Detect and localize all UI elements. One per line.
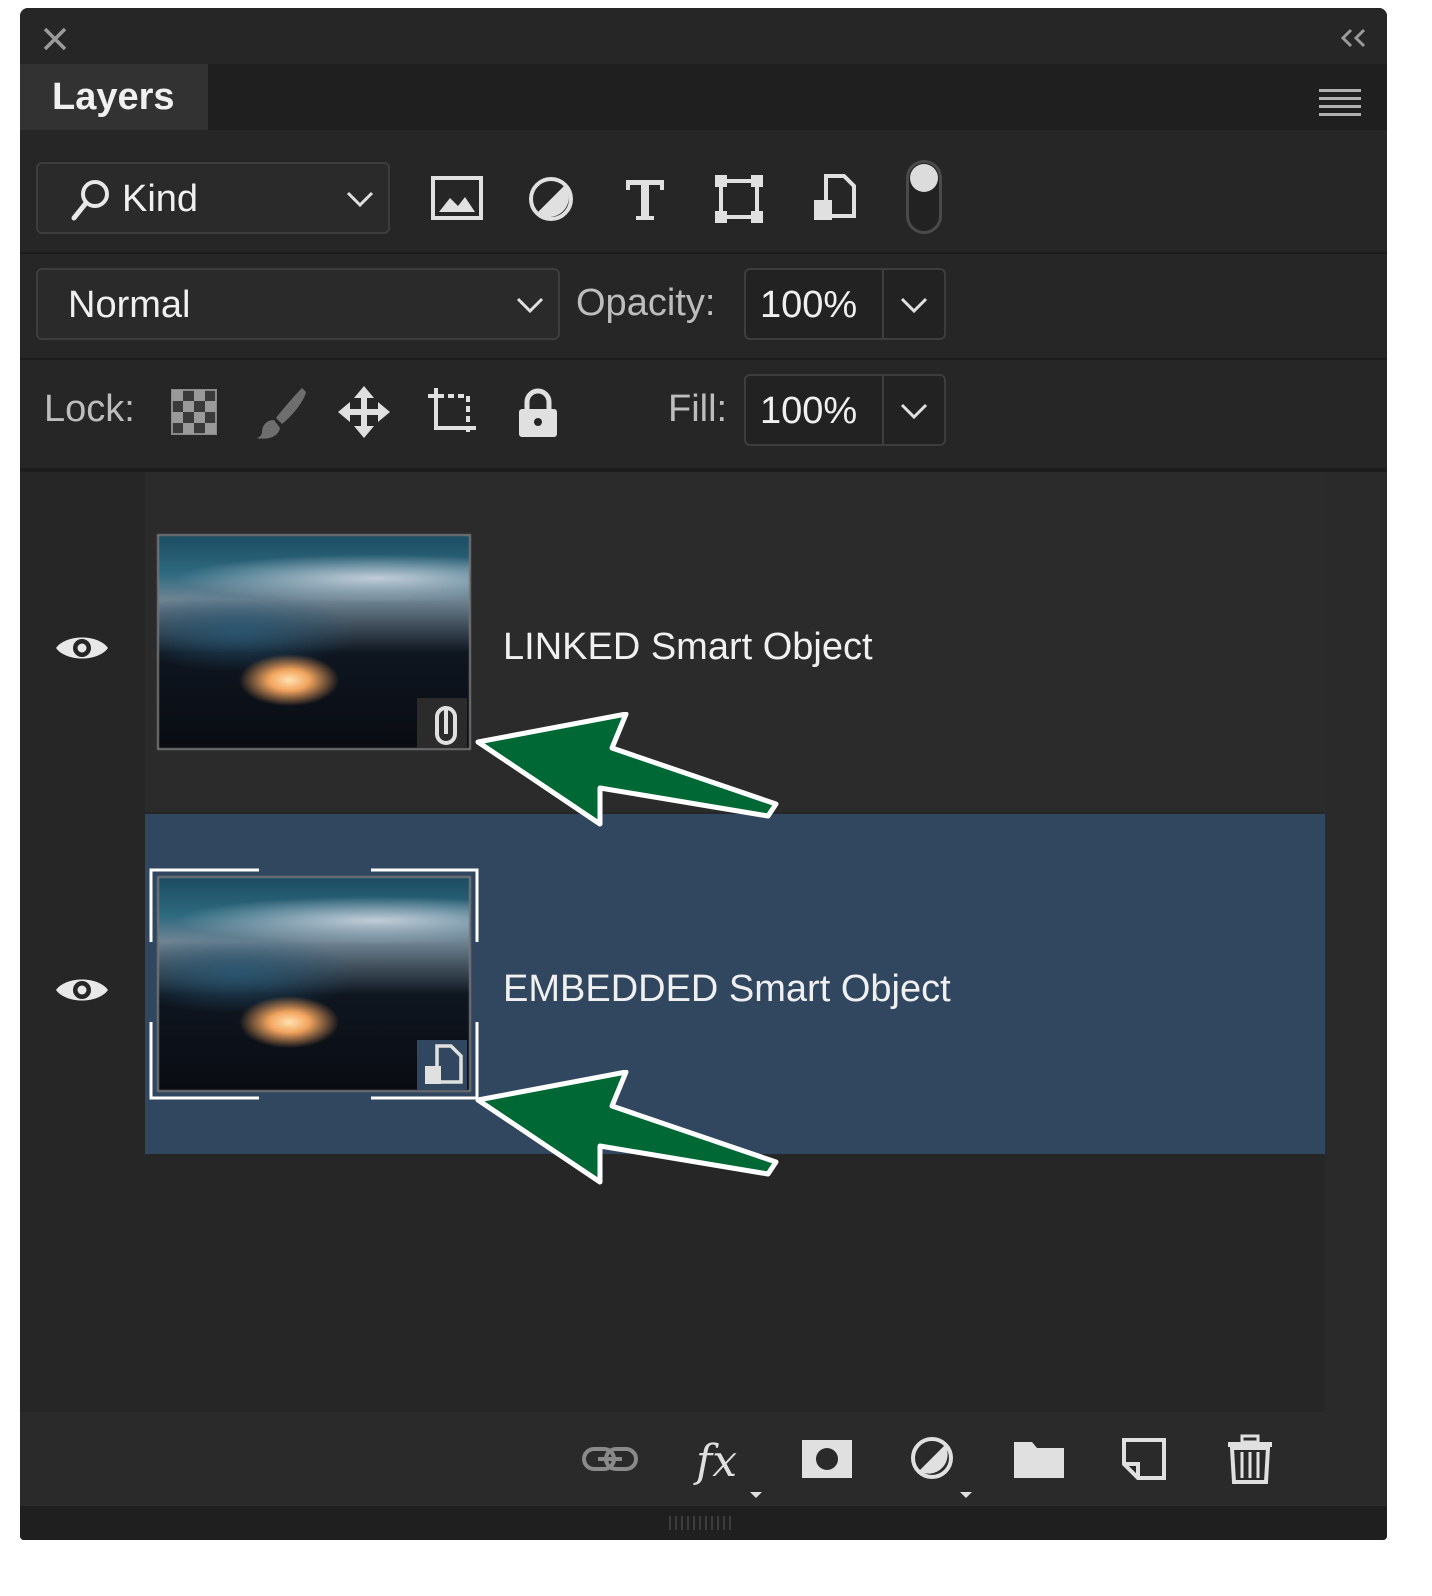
type-filter-icon[interactable] bbox=[616, 170, 674, 228]
image-filter-icon[interactable] bbox=[428, 170, 486, 228]
lock-artboard-icon[interactable] bbox=[424, 384, 480, 440]
panel-tabbar: Layers bbox=[20, 64, 1387, 130]
new-layer-icon[interactable] bbox=[1116, 1434, 1176, 1484]
fill-label: Fill: bbox=[668, 388, 728, 430]
panel-titlebar bbox=[20, 8, 1387, 64]
layer-effects-fx-icon[interactable]: fx bbox=[692, 1434, 768, 1498]
kind-filter-dropdown[interactable]: Kind bbox=[36, 162, 390, 234]
lock-pixels-brush-icon[interactable] bbox=[252, 384, 308, 440]
layers-panel: Layers Kind Normal Opacity: 100% Lock: F… bbox=[20, 8, 1387, 1540]
filter-toggle[interactable] bbox=[906, 160, 942, 234]
lock-all-icon[interactable] bbox=[510, 384, 566, 440]
linked-smart-object-icon bbox=[435, 705, 457, 745]
blend-mode-dropdown[interactable]: Normal bbox=[36, 268, 560, 340]
annotation-arrow-embedded bbox=[475, 1070, 779, 1185]
adjustment-filter-icon[interactable] bbox=[522, 170, 580, 228]
embedded-smart-object-icon bbox=[425, 1044, 463, 1084]
toggle-knob bbox=[910, 164, 938, 192]
smart-object-filter-icon[interactable] bbox=[806, 170, 864, 228]
layers-bottom-toolbar: fx bbox=[20, 1412, 1387, 1506]
opacity-chevron-icon[interactable] bbox=[900, 296, 928, 314]
opacity-label: Opacity: bbox=[576, 282, 716, 324]
delete-layer-trash-icon[interactable] bbox=[1220, 1434, 1280, 1484]
svg-text:fx: fx bbox=[693, 1436, 737, 1487]
add-mask-icon[interactable] bbox=[798, 1434, 858, 1484]
collapse-panel-icon[interactable] bbox=[1337, 26, 1369, 50]
search-icon bbox=[71, 180, 109, 221]
new-group-folder-icon[interactable] bbox=[1010, 1434, 1070, 1484]
tab-layers[interactable]: Layers bbox=[20, 64, 208, 130]
kind-filter-label: Kind bbox=[122, 178, 199, 220]
fill-field[interactable]: 100% bbox=[744, 374, 946, 446]
visibility-eye-icon[interactable] bbox=[54, 972, 110, 1008]
lock-label: Lock: bbox=[44, 388, 135, 430]
layers-scrollbar[interactable] bbox=[1325, 472, 1387, 1412]
divider bbox=[20, 358, 1387, 360]
panel-menu-icon[interactable] bbox=[1319, 88, 1361, 118]
link-layers-icon[interactable] bbox=[580, 1434, 640, 1484]
visibility-eye-icon[interactable] bbox=[54, 630, 110, 666]
close-icon[interactable] bbox=[42, 26, 68, 52]
divider bbox=[20, 252, 1387, 254]
visibility-column bbox=[20, 472, 145, 1156]
opacity-value[interactable]: 100% bbox=[760, 284, 857, 327]
new-adjustment-layer-icon[interactable] bbox=[904, 1434, 974, 1498]
lock-position-move-icon[interactable] bbox=[336, 384, 392, 440]
chevron-down-icon bbox=[346, 191, 374, 208]
layers-list: LINKED Smart Object EMBEDDED Smart Objec… bbox=[20, 472, 1387, 1412]
lock-transparency-icon[interactable] bbox=[166, 384, 222, 440]
annotation-arrow-linked bbox=[475, 712, 779, 827]
opacity-field[interactable]: 100% bbox=[744, 268, 946, 340]
layer-name[interactable]: EMBEDDED Smart Object bbox=[503, 968, 951, 1011]
layer-name[interactable]: LINKED Smart Object bbox=[503, 626, 873, 669]
fill-chevron-icon[interactable] bbox=[900, 402, 928, 420]
panel-footer bbox=[20, 1506, 1387, 1540]
shape-filter-icon[interactable] bbox=[710, 170, 768, 228]
fill-value[interactable]: 100% bbox=[760, 390, 857, 433]
field-divider bbox=[882, 270, 884, 338]
resize-grip-icon[interactable] bbox=[666, 1514, 736, 1532]
blend-mode-value: Normal bbox=[68, 284, 191, 326]
field-divider bbox=[882, 376, 884, 444]
chevron-down-icon bbox=[516, 297, 544, 314]
